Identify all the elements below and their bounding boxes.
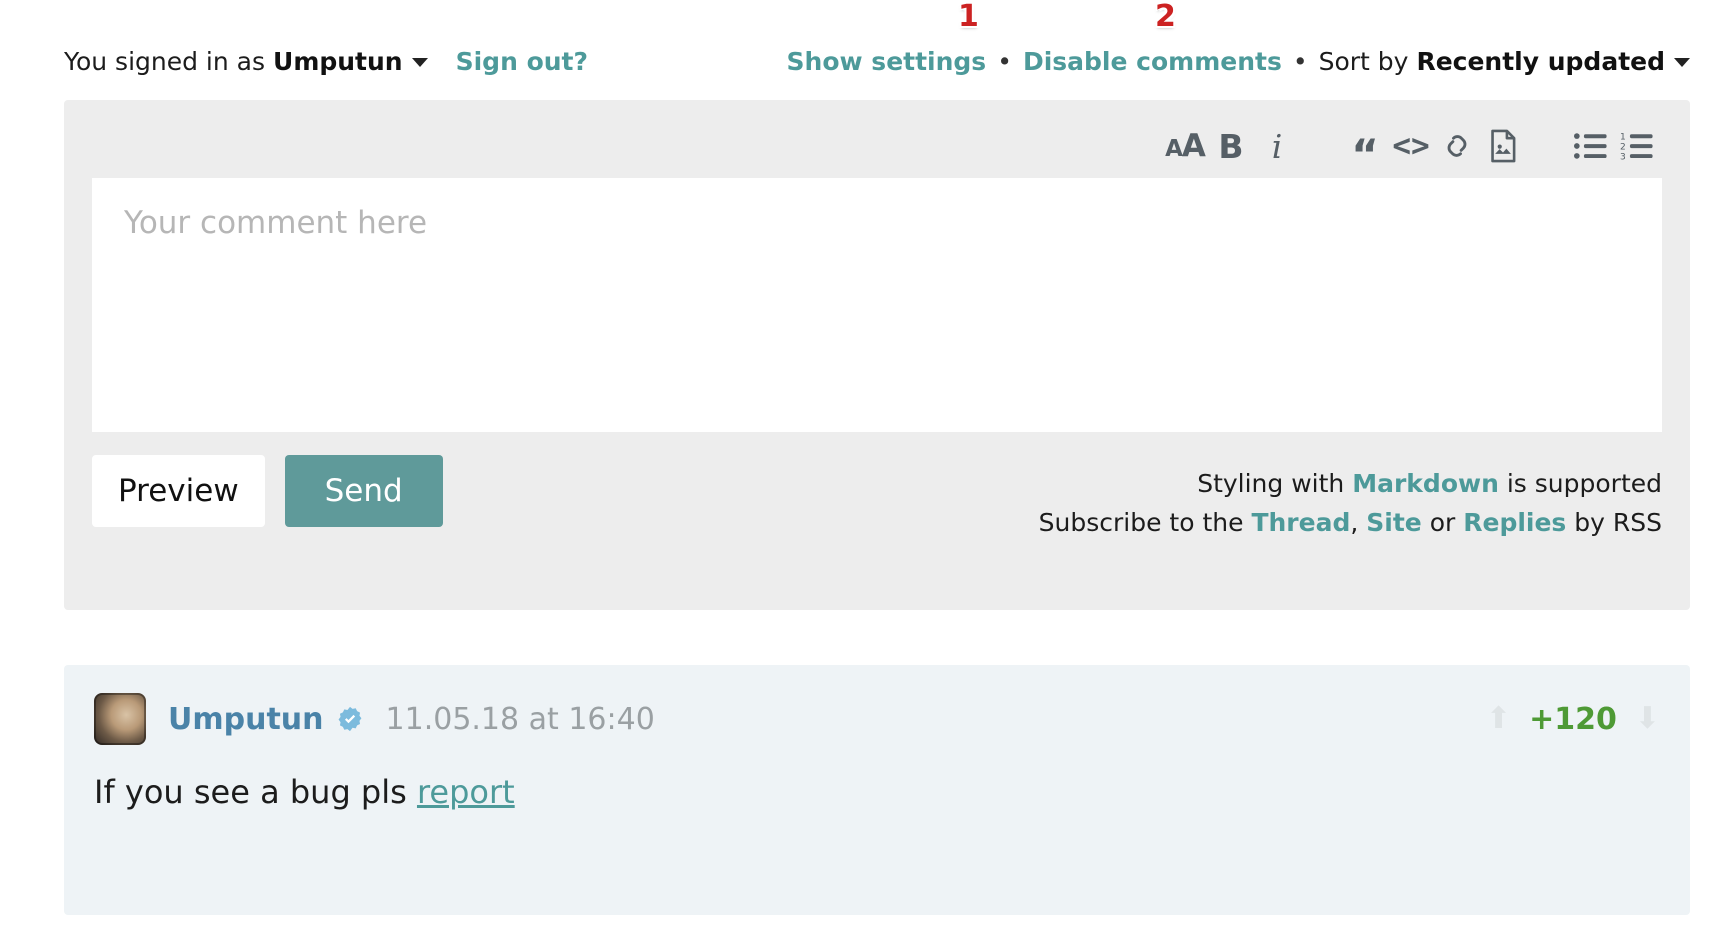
- sort-by-value[interactable]: Recently updated: [1416, 49, 1665, 74]
- editor-toolbar: AA B i “ <> 1 2 3: [1162, 118, 1660, 176]
- comment-header: Umputun 11.05.18 at 16:40 ⬆ +120 ⬇: [94, 693, 1660, 745]
- link-icon[interactable]: [1434, 123, 1480, 169]
- signed-in-status: You signed in as Umputun Sign out?: [64, 49, 588, 74]
- verified-badge-icon: [338, 706, 361, 732]
- comment-item: Umputun 11.05.18 at 16:40 ⬆ +120 ⬇ If yo…: [64, 665, 1690, 915]
- subscribe-prefix: Subscribe to the: [1038, 507, 1244, 537]
- sign-out-link[interactable]: Sign out?: [456, 49, 588, 74]
- preview-button[interactable]: Preview: [92, 455, 265, 527]
- italic-icon[interactable]: i: [1254, 123, 1300, 169]
- styling-prefix: Styling with: [1197, 469, 1345, 498]
- avatar[interactable]: [94, 693, 146, 745]
- comment-timestamp: 11.05.18 at 16:40: [385, 701, 655, 737]
- form-help-text: Styling with Markdown is supported Subsc…: [1039, 455, 1662, 543]
- image-icon[interactable]: [1480, 123, 1526, 169]
- code-icon[interactable]: <>: [1388, 123, 1434, 169]
- header-separator-2: •: [1292, 46, 1308, 76]
- sort-chevron-down-icon[interactable]: [1674, 57, 1690, 67]
- comment-input-placeholder: Your comment here: [124, 205, 428, 241]
- markdown-link[interactable]: Markdown: [1352, 469, 1499, 498]
- styling-suffix: is supported: [1506, 469, 1662, 498]
- comment-body-link[interactable]: report: [417, 773, 515, 811]
- comment-body-text: If you see a bug pls: [94, 773, 407, 811]
- downvote-button[interactable]: ⬇: [1635, 704, 1660, 734]
- subscribe-or: or: [1429, 507, 1456, 537]
- svg-text:1: 1: [1620, 132, 1626, 142]
- svg-text:2: 2: [1620, 142, 1626, 152]
- svg-text:3: 3: [1620, 152, 1626, 161]
- signed-in-label: You signed in as: [64, 46, 266, 76]
- comment-body: If you see a bug pls report: [94, 773, 1660, 811]
- disable-comments-link[interactable]: Disable comments: [1023, 49, 1282, 74]
- chevron-down-icon[interactable]: [411, 57, 428, 67]
- subscribe-suffix: by RSS: [1574, 507, 1662, 537]
- header-separator-1: •: [997, 46, 1012, 76]
- numbered-list-icon[interactable]: 1 2 3: [1614, 123, 1660, 169]
- font-size-icon[interactable]: AA: [1162, 123, 1208, 169]
- subscribe-comma: ,: [1350, 507, 1359, 537]
- annotation-marker-2: 2: [1155, 0, 1176, 34]
- rss-site-link[interactable]: Site: [1366, 508, 1421, 537]
- bullet-list-icon[interactable]: [1568, 123, 1614, 169]
- upvote-button[interactable]: ⬆: [1486, 704, 1511, 734]
- comment-form: AA B i “ <> 1 2 3 Your comment here Prev…: [64, 100, 1690, 610]
- quote-icon[interactable]: “: [1342, 123, 1388, 176]
- page-header-bar: You signed in as Umputun Sign out? Show …: [64, 40, 1690, 82]
- comment-score: +120: [1529, 701, 1617, 737]
- rss-help-line: Subscribe to the Thread, Site or Replies…: [1039, 504, 1662, 543]
- form-footer: Preview Send Styling with Markdown is su…: [92, 455, 1662, 575]
- comment-author-name[interactable]: Umputun: [168, 702, 324, 737]
- header-controls: Show settings • Disable comments • Sort …: [787, 49, 1690, 74]
- comment-vote-block: ⬆ +120 ⬇: [1486, 702, 1660, 737]
- show-settings-link[interactable]: Show settings: [787, 49, 987, 74]
- comments-page: You signed in as Umputun Sign out? Show …: [0, 0, 1720, 950]
- annotation-marker-1: 1: [958, 0, 979, 34]
- comment-author-block: Umputun 11.05.18 at 16:40: [94, 693, 655, 745]
- form-buttons: Preview Send: [92, 455, 443, 527]
- bold-icon[interactable]: B: [1208, 123, 1254, 169]
- comment-input[interactable]: Your comment here: [92, 178, 1662, 432]
- rss-thread-link[interactable]: Thread: [1251, 508, 1350, 537]
- markdown-help-line: Styling with Markdown is supported: [1039, 465, 1662, 504]
- current-username[interactable]: Umputun: [273, 49, 403, 74]
- rss-replies-link[interactable]: Replies: [1463, 508, 1566, 537]
- sort-by-label: Sort by: [1318, 46, 1409, 76]
- send-button[interactable]: Send: [284, 455, 443, 527]
